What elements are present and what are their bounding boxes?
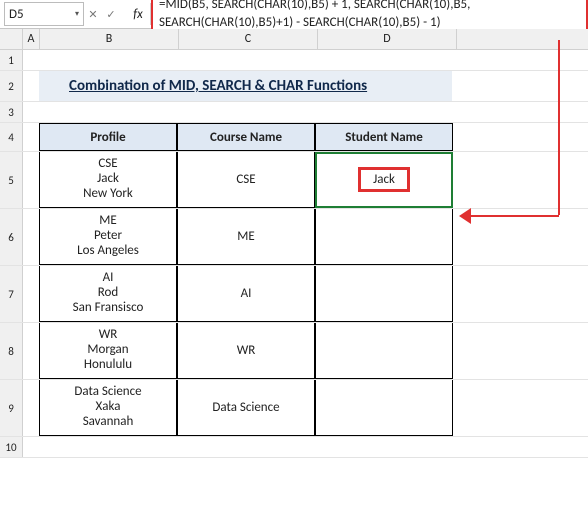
row-header[interactable]: 2 — [0, 71, 23, 101]
profile-cell[interactable]: AI Rod San Fransisco — [39, 266, 177, 322]
cell[interactable] — [23, 123, 39, 151]
profile-line: Data Science — [74, 385, 141, 400]
profile-line: Rod — [98, 286, 118, 301]
header-course[interactable]: Course Name — [177, 123, 315, 151]
cell[interactable] — [23, 50, 39, 70]
column-header-c[interactable]: C — [179, 29, 318, 49]
profile-line: Xaka — [96, 400, 121, 415]
header-profile[interactable]: Profile — [39, 123, 177, 151]
accept-icon[interactable]: ✓ — [102, 8, 120, 21]
profile-line: AI — [103, 271, 114, 286]
worksheet-grid[interactable]: A B C D 1 2 Combination of MID, SEARCH &… — [0, 29, 588, 458]
profile-line: ME — [99, 214, 116, 229]
chevron-down-icon[interactable]: ▾ — [75, 9, 79, 19]
profile-line: CSE — [98, 157, 117, 172]
name-box[interactable]: D5 ▾ — [4, 2, 84, 26]
header-student[interactable]: Student Name — [315, 123, 453, 151]
cell[interactable] — [177, 102, 315, 122]
column-header-a[interactable]: A — [23, 29, 40, 49]
cell[interactable] — [23, 437, 39, 457]
row-header[interactable]: 3 — [0, 102, 23, 122]
column-header-d[interactable]: D — [318, 29, 457, 49]
annotation-line-h — [469, 215, 559, 217]
cell[interactable] — [23, 102, 39, 122]
profile-cell[interactable]: ME Peter Los Angeles — [39, 209, 177, 265]
profile-cell[interactable]: CSE Jack New York — [39, 152, 177, 208]
row-header[interactable]: 5 — [0, 152, 23, 208]
student-cell[interactable] — [315, 266, 453, 322]
row-header[interactable]: 7 — [0, 266, 23, 322]
profile-line: Jack — [97, 172, 119, 187]
cell[interactable] — [315, 437, 453, 457]
cell[interactable] — [23, 71, 39, 101]
student-cell-active[interactable]: Jack — [315, 152, 453, 208]
profile-line: San Fransisco — [73, 301, 144, 316]
annotation-line-v — [558, 40, 560, 215]
cell[interactable] — [23, 209, 39, 265]
course-cell[interactable]: AI — [177, 266, 315, 322]
course-cell[interactable]: Data Science — [177, 380, 315, 436]
profile-line: Los Angeles — [77, 244, 139, 259]
row-header[interactable]: 9 — [0, 380, 23, 436]
cell[interactable] — [23, 152, 39, 208]
cell[interactable] — [39, 437, 177, 457]
column-header-b[interactable]: B — [40, 29, 179, 49]
cell[interactable] — [177, 50, 315, 70]
cell[interactable] — [23, 266, 39, 322]
row-header[interactable]: 1 — [0, 50, 23, 70]
student-cell[interactable] — [315, 323, 453, 379]
cell[interactable] — [39, 102, 177, 122]
cell[interactable] — [315, 50, 453, 70]
profile-line: Honululu — [84, 358, 132, 373]
course-cell[interactable]: CSE — [177, 152, 315, 208]
course-cell[interactable]: WR — [177, 323, 315, 379]
select-all-corner[interactable] — [0, 29, 23, 49]
name-box-text: D5 — [9, 7, 75, 22]
student-cell[interactable] — [315, 209, 453, 265]
profile-line: Peter — [94, 229, 122, 244]
cell[interactable] — [177, 437, 315, 457]
cell[interactable] — [315, 102, 453, 122]
cancel-icon[interactable]: ✕ — [84, 8, 102, 21]
fx-button[interactable]: fx — [126, 3, 151, 25]
student-cell[interactable] — [315, 380, 453, 436]
column-headers: A B C D — [0, 29, 588, 50]
result-highlight: Jack — [358, 167, 410, 192]
profile-line: New York — [83, 187, 133, 202]
profile-line: WR — [99, 328, 118, 343]
course-cell[interactable]: ME — [177, 209, 315, 265]
row-header[interactable]: 10 — [0, 437, 23, 457]
title-cell[interactable]: Combination of MID, SEARCH & CHAR Functi… — [39, 71, 453, 101]
profile-line: Morgan — [87, 343, 128, 358]
profile-cell[interactable]: Data Science Xaka Savannah — [39, 380, 177, 436]
arrow-left-icon — [459, 208, 471, 224]
row-header[interactable]: 8 — [0, 323, 23, 379]
formula-bar: D5 ▾ ✕ ✓ fx =MID(B5, SEARCH(CHAR(10),B5)… — [0, 0, 588, 29]
profile-cell[interactable]: WR Morgan Honululu — [39, 323, 177, 379]
row-header[interactable]: 4 — [0, 123, 23, 151]
cell[interactable] — [23, 323, 39, 379]
row-header[interactable]: 6 — [0, 209, 23, 265]
profile-line: Savannah — [83, 415, 134, 430]
cell[interactable] — [39, 50, 177, 70]
cell[interactable] — [23, 380, 39, 436]
